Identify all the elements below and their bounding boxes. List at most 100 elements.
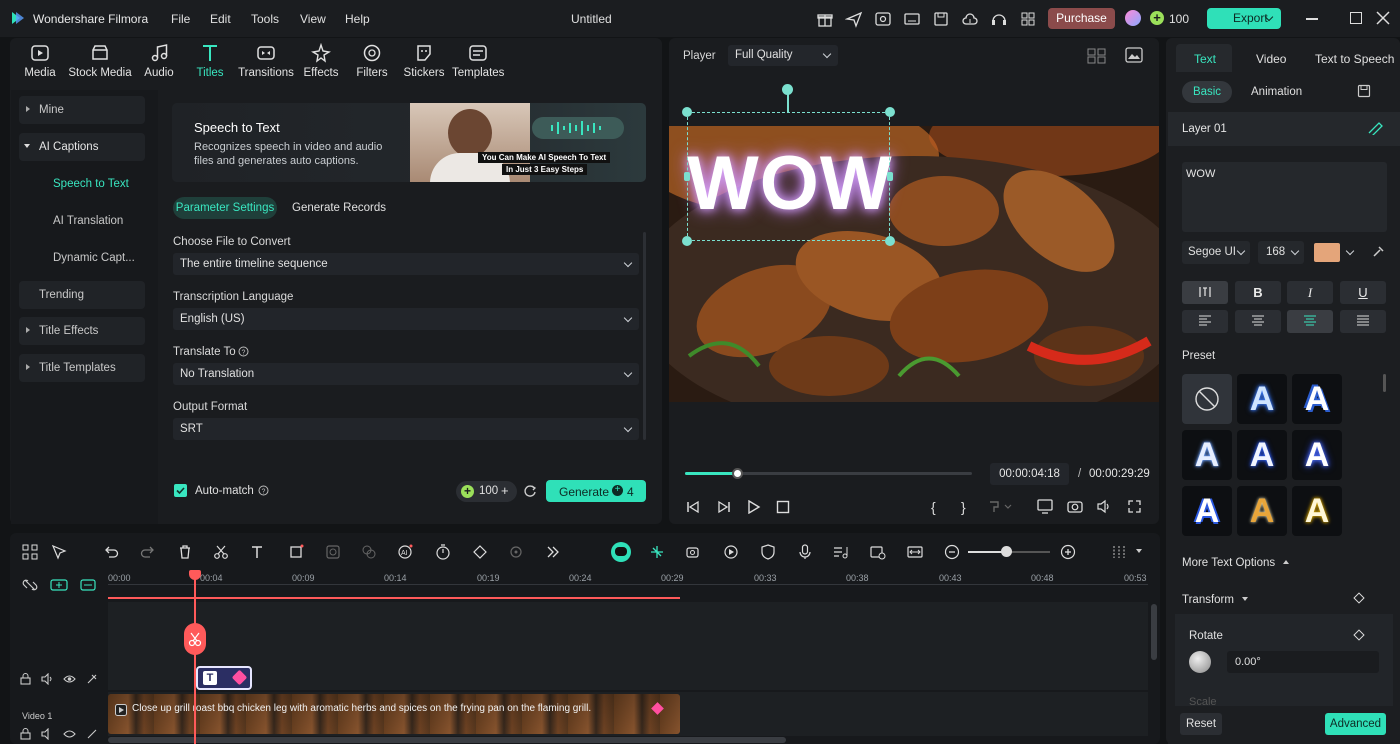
subtab-basic[interactable]: Basic <box>1182 81 1232 103</box>
file-select[interactable]: The entire timeline sequence <box>173 253 639 275</box>
preset-white-blue[interactable]: A <box>1237 430 1287 480</box>
rotate-dial[interactable] <box>1189 651 1211 673</box>
close-icon[interactable] <box>1376 11 1390 25</box>
display-screen-icon[interactable] <box>1037 499 1053 514</box>
tab-text-to-speech[interactable]: Text to Speech <box>1315 52 1400 66</box>
menu-view[interactable]: View <box>300 12 326 26</box>
text-content-input[interactable]: WOW <box>1182 162 1387 232</box>
play-icon[interactable] <box>747 500 761 514</box>
mark-in-icon[interactable]: { <box>931 499 936 515</box>
minimize-icon[interactable] <box>1306 18 1318 20</box>
transform-label[interactable]: Transform <box>1182 594 1234 606</box>
menu-tools[interactable]: Tools <box>251 12 279 26</box>
nav-media[interactable]: Media <box>20 43 60 79</box>
camera-snapshot-icon[interactable] <box>1067 499 1083 514</box>
fit-timeline-icon[interactable] <box>907 544 923 560</box>
save-icon[interactable] <box>932 10 950 28</box>
motion-tracking-icon[interactable] <box>508 544 524 560</box>
sidebar-item-ai-captions[interactable]: AI Captions <box>19 133 145 161</box>
previous-frame-icon[interactable] <box>686 500 700 514</box>
align-middle-button[interactable] <box>1287 310 1333 333</box>
avatar[interactable] <box>1125 10 1141 26</box>
nav-filters[interactable]: Filters <box>353 43 391 79</box>
text-color-swatch[interactable] <box>1314 243 1340 262</box>
ai-assistant-icon[interactable] <box>611 542 631 562</box>
character-spacing-button[interactable] <box>1182 281 1228 304</box>
nav-transitions[interactable]: Transitions <box>238 43 294 79</box>
mute-audio-icon[interactable] <box>41 728 54 740</box>
zoom-slider-knob[interactable] <box>1001 546 1012 557</box>
rotate-input[interactable]: 0.00° <box>1227 651 1379 673</box>
split-at-playhead-button[interactable] <box>184 623 206 655</box>
delete-icon[interactable] <box>177 544 193 560</box>
ai-tools-icon[interactable] <box>874 10 892 28</box>
music-list-icon[interactable] <box>833 544 849 560</box>
apps-grid-icon[interactable] <box>1019 10 1037 28</box>
volume-icon[interactable] <box>1096 499 1112 514</box>
tab-video[interactable]: Video <box>1256 52 1286 66</box>
align-left-button[interactable] <box>1182 310 1228 333</box>
preset-blue-stroke[interactable]: A <box>1182 486 1232 536</box>
select-pointer-icon[interactable] <box>51 544 67 560</box>
output-format-select[interactable]: SRT <box>173 418 639 440</box>
more-text-options[interactable]: More Text Options <box>1182 557 1275 569</box>
text-selection-box[interactable] <box>687 112 890 241</box>
preset-blue-glow[interactable]: A <box>1237 374 1287 424</box>
purchase-button[interactable]: Purchase <box>1048 8 1115 29</box>
keyframe-icon[interactable] <box>472 544 488 560</box>
maximize-icon[interactable] <box>1350 12 1362 24</box>
add-video-track-icon[interactable] <box>50 578 68 592</box>
ai-audio-icon[interactable]: AI <box>397 544 413 560</box>
eyedropper-icon[interactable] <box>1371 245 1385 259</box>
preset-none[interactable] <box>1182 374 1232 424</box>
collapse-up-icon[interactable] <box>1283 560 1289 564</box>
sidebar-item-mine[interactable]: Mine <box>19 96 145 124</box>
font-select[interactable]: Segoe UI <box>1182 241 1250 264</box>
resize-handle-right[interactable] <box>887 172 893 181</box>
credits-pill[interactable]: + 100 + <box>456 481 517 502</box>
help-icon[interactable]: ? <box>258 485 269 496</box>
layout-icon[interactable] <box>903 10 921 28</box>
playback-progress-track[interactable] <box>685 472 972 475</box>
generate-button[interactable]: Generate + 4 <box>546 480 646 502</box>
visibility-eye-icon[interactable] <box>63 728 76 740</box>
italic-button[interactable]: I <box>1287 281 1333 304</box>
speed-timer-icon[interactable] <box>435 544 451 560</box>
sidebar-item-ai-translation[interactable]: AI Translation <box>19 207 145 235</box>
resize-handle-left[interactable] <box>684 172 690 181</box>
automatch-checkbox[interactable] <box>174 484 187 497</box>
resize-handle-br[interactable] <box>885 236 895 246</box>
quality-select[interactable]: Full Quality <box>728 45 838 66</box>
grid-view-icon[interactable] <box>1087 48 1107 64</box>
mute-audio-icon[interactable] <box>41 673 54 685</box>
record-camera-icon[interactable] <box>686 544 702 560</box>
playback-scrubber[interactable] <box>731 468 743 479</box>
underline-button[interactable]: U <box>1340 281 1386 304</box>
snap-magnet-icon[interactable] <box>649 544 665 560</box>
language-select[interactable]: English (US) <box>173 308 639 330</box>
fullscreen-icon[interactable] <box>1127 499 1142 514</box>
tab-parameter-settings[interactable]: Parameter Settings <box>173 197 277 219</box>
layout-grid-icon[interactable] <box>22 544 38 560</box>
preset-blue-outline[interactable]: A <box>1292 374 1342 424</box>
shield-icon[interactable] <box>760 544 776 560</box>
sidebar-item-title-effects[interactable]: Title Effects <box>19 317 145 345</box>
resize-handle-tl[interactable] <box>682 107 692 117</box>
mark-out-icon[interactable]: } <box>961 499 966 515</box>
render-preview-icon[interactable] <box>723 544 739 560</box>
resize-handle-bl[interactable] <box>682 236 692 246</box>
preset-gold-glow[interactable]: A <box>1292 486 1342 536</box>
crop-icon[interactable] <box>288 544 304 560</box>
help-icon[interactable]: ? <box>238 346 249 357</box>
menu-help[interactable]: Help <box>345 12 370 26</box>
redo-icon[interactable] <box>140 544 156 560</box>
rotate-handle[interactable] <box>782 84 793 95</box>
align-center-button[interactable] <box>1235 310 1281 333</box>
more-tools-chevrons-icon[interactable] <box>545 544 561 560</box>
support-headset-icon[interactable] <box>990 10 1008 28</box>
panel-scrollbar[interactable] <box>643 232 646 440</box>
zoom-out-icon[interactable] <box>944 544 960 560</box>
sidebar-item-trending[interactable]: Trending <box>19 281 145 309</box>
text-tool-icon[interactable] <box>250 544 266 560</box>
nav-stock-media[interactable]: Stock Media <box>68 43 132 79</box>
